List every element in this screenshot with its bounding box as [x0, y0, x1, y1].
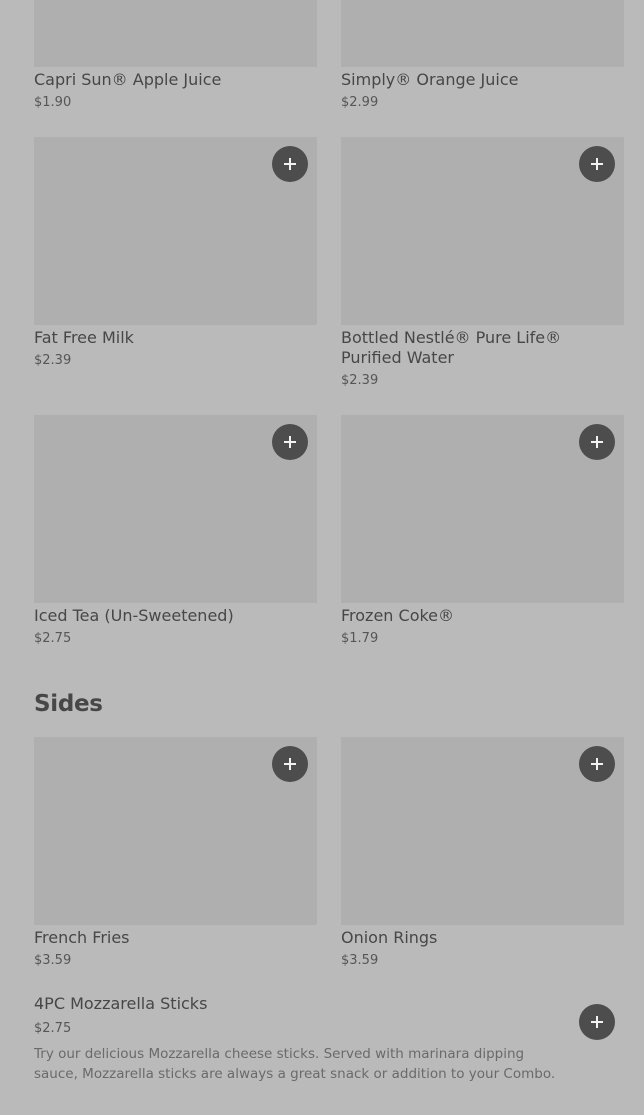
add-to-cart-button[interactable] [272, 424, 308, 460]
menu-item-row[interactable]: 4PC Mozzarella Sticks $2.75 Try our deli… [34, 994, 624, 1094]
add-to-cart-button[interactable] [272, 146, 308, 182]
plus-icon [591, 158, 603, 170]
item-price: $1.90 [34, 95, 72, 110]
section-title-sides: Sides [34, 691, 103, 717]
plus-icon [591, 758, 603, 770]
item-name: Iced Tea (Un-Sweetened) [34, 606, 234, 625]
plus-icon [591, 436, 603, 448]
item-name: French Fries [34, 928, 130, 947]
add-to-cart-button[interactable] [272, 746, 308, 782]
item-price: $2.99 [341, 95, 379, 110]
add-to-cart-button[interactable] [579, 1004, 615, 1040]
item-description: Try our delicious Mozzarella cheese stic… [34, 1046, 556, 1082]
plus-icon [284, 436, 296, 448]
item-price: $2.39 [34, 353, 72, 368]
item-name: Fat Free Milk [34, 328, 134, 347]
item-image[interactable] [34, 0, 317, 67]
plus-icon [591, 1016, 603, 1028]
add-to-cart-button[interactable] [579, 424, 615, 460]
item-name: Capri Sun® Apple Juice [34, 70, 222, 89]
item-name: 4PC Mozzarella Sticks [34, 994, 208, 1013]
item-price: $2.75 [34, 1021, 72, 1036]
add-to-cart-button[interactable] [579, 746, 615, 782]
plus-icon [284, 158, 296, 170]
item-name: Onion Rings [341, 928, 438, 947]
item-price: $1.79 [341, 631, 379, 646]
plus-icon [284, 758, 296, 770]
item-image[interactable] [341, 0, 624, 67]
item-price: $2.75 [34, 631, 72, 646]
item-price: $2.39 [341, 373, 379, 388]
item-price: $3.59 [341, 953, 379, 968]
item-price: $3.59 [34, 953, 72, 968]
item-name: Frozen Coke® [341, 606, 455, 625]
item-name: Simply® Orange Juice [341, 70, 519, 89]
item-name: Bottled Nestlé® Pure Life® Purified Wate… [341, 328, 562, 367]
add-to-cart-button[interactable] [579, 146, 615, 182]
